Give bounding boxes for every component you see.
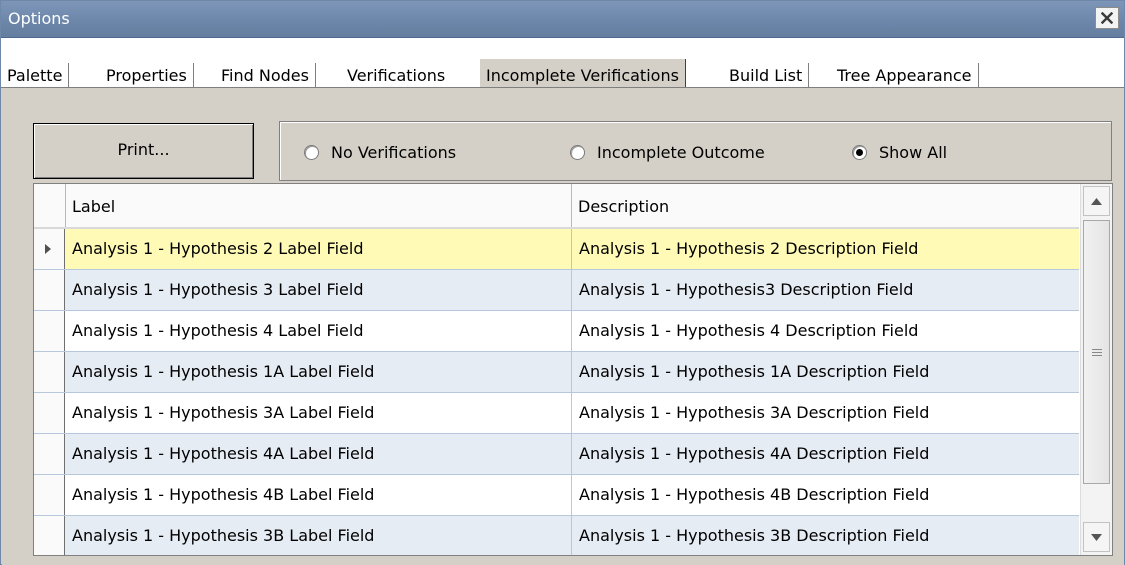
radio-show-all[interactable]: Show All bbox=[852, 122, 947, 182]
current-row-arrow-icon bbox=[45, 244, 51, 254]
cell-label: Analysis 1 - Hypothesis 1A Label Field bbox=[72, 362, 375, 381]
verification-filter-group: No Verifications Incomplete Outcome Show… bbox=[279, 121, 1112, 181]
radio-label: Show All bbox=[879, 142, 948, 162]
row-selector[interactable] bbox=[34, 434, 65, 474]
column-header-label[interactable]: Label bbox=[65, 184, 571, 227]
close-button[interactable] bbox=[1095, 7, 1119, 29]
cell-label: Analysis 1 - Hypothesis 2 Label Field bbox=[72, 239, 364, 258]
grip-icon bbox=[1091, 348, 1102, 356]
tab-incomplete-verifications[interactable]: Incomplete Verifications bbox=[479, 59, 686, 89]
tab-properties[interactable]: Properties bbox=[100, 63, 194, 89]
cell-description: Analysis 1 - Hypothesis 3B Description F… bbox=[571, 516, 1079, 555]
tab-find-nodes[interactable]: Find Nodes bbox=[215, 63, 316, 89]
radio-label: Incomplete Outcome bbox=[597, 142, 765, 162]
cell-label: Analysis 1 - Hypothesis 4B Label Field bbox=[72, 485, 375, 504]
arrow-down-icon bbox=[1091, 533, 1102, 541]
radio-no-verifications[interactable]: No Verifications bbox=[304, 122, 456, 182]
options-window: Options Palette Properties Find Nodes Ve… bbox=[0, 0, 1125, 565]
table-row[interactable]: Analysis 1 - Hypothesis 3B Label Field A… bbox=[34, 516, 1079, 555]
tab-tree-appearance[interactable]: Tree Appearance bbox=[831, 63, 979, 89]
table-row[interactable]: Analysis 1 - Hypothesis 4A Label Field A… bbox=[34, 434, 1079, 475]
radio-indicator bbox=[852, 144, 867, 160]
table-row[interactable]: Analysis 1 - Hypothesis 4B Label Field A… bbox=[34, 475, 1079, 516]
table-row[interactable]: Analysis 1 - Hypothesis 1A Label Field A… bbox=[34, 352, 1079, 393]
scroll-thumb[interactable] bbox=[1083, 220, 1110, 484]
table-row[interactable]: Analysis 1 - Hypothesis 3 Label Field An… bbox=[34, 270, 1079, 311]
cell-description: Analysis 1 - Hypothesis 3A Description F… bbox=[571, 393, 1079, 433]
row-selector[interactable] bbox=[34, 393, 65, 433]
row-selector[interactable] bbox=[34, 311, 65, 351]
cell-description: Analysis 1 - Hypothesis3 Description Fie… bbox=[571, 270, 1079, 310]
cell-label: Analysis 1 - Hypothesis 4A Label Field bbox=[72, 444, 375, 463]
cell-label: Analysis 1 - Hypothesis 3A Label Field bbox=[72, 403, 375, 422]
cell-description: Analysis 1 - Hypothesis 4B Description F… bbox=[571, 475, 1079, 515]
print-button[interactable]: Print... bbox=[33, 123, 254, 179]
radio-incomplete-outcome[interactable]: Incomplete Outcome bbox=[570, 122, 765, 182]
vertical-scrollbar[interactable] bbox=[1080, 184, 1112, 555]
cell-label: Analysis 1 - Hypothesis 4 Label Field bbox=[72, 321, 364, 340]
grid-header: Label Description bbox=[34, 184, 1079, 229]
radio-indicator bbox=[304, 144, 319, 160]
verifications-grid: Label Description Analysis 1 - Hypothesi… bbox=[33, 183, 1113, 556]
column-header-description[interactable]: Description bbox=[571, 184, 1079, 227]
scroll-down-button[interactable] bbox=[1083, 522, 1110, 552]
radio-indicator bbox=[570, 144, 585, 160]
row-selector[interactable] bbox=[34, 475, 65, 515]
row-selector[interactable] bbox=[34, 229, 65, 269]
title-bar: Options bbox=[1, 1, 1124, 38]
table-row[interactable]: Analysis 1 - Hypothesis 4 Label Field An… bbox=[34, 311, 1079, 352]
row-selector[interactable] bbox=[34, 352, 65, 392]
tab-verifications[interactable]: Verifications bbox=[341, 63, 451, 89]
table-row[interactable]: Analysis 1 - Hypothesis 3A Label Field A… bbox=[34, 393, 1079, 434]
table-row[interactable]: Analysis 1 - Hypothesis 2 Label Field An… bbox=[34, 229, 1079, 270]
window-title: Options bbox=[8, 9, 70, 28]
cell-label: Analysis 1 - Hypothesis 3 Label Field bbox=[72, 280, 364, 299]
arrow-up-icon bbox=[1091, 197, 1102, 205]
tab-build-list[interactable]: Build List bbox=[723, 63, 810, 89]
cell-description: Analysis 1 - Hypothesis 1A Description F… bbox=[571, 352, 1079, 392]
tab-palette[interactable]: Palette bbox=[1, 63, 70, 89]
radio-label: No Verifications bbox=[331, 142, 457, 162]
cell-description: Analysis 1 - Hypothesis 2 Description Fi… bbox=[571, 229, 1079, 269]
cell-description: Analysis 1 - Hypothesis 4 Description Fi… bbox=[571, 311, 1079, 351]
row-selector[interactable] bbox=[34, 516, 65, 555]
cell-description: Analysis 1 - Hypothesis 4A Description F… bbox=[571, 434, 1079, 474]
row-selector[interactable] bbox=[34, 270, 65, 310]
cell-label: Analysis 1 - Hypothesis 3B Label Field bbox=[72, 526, 375, 545]
close-icon bbox=[1101, 12, 1113, 24]
scroll-up-button[interactable] bbox=[1083, 186, 1110, 216]
